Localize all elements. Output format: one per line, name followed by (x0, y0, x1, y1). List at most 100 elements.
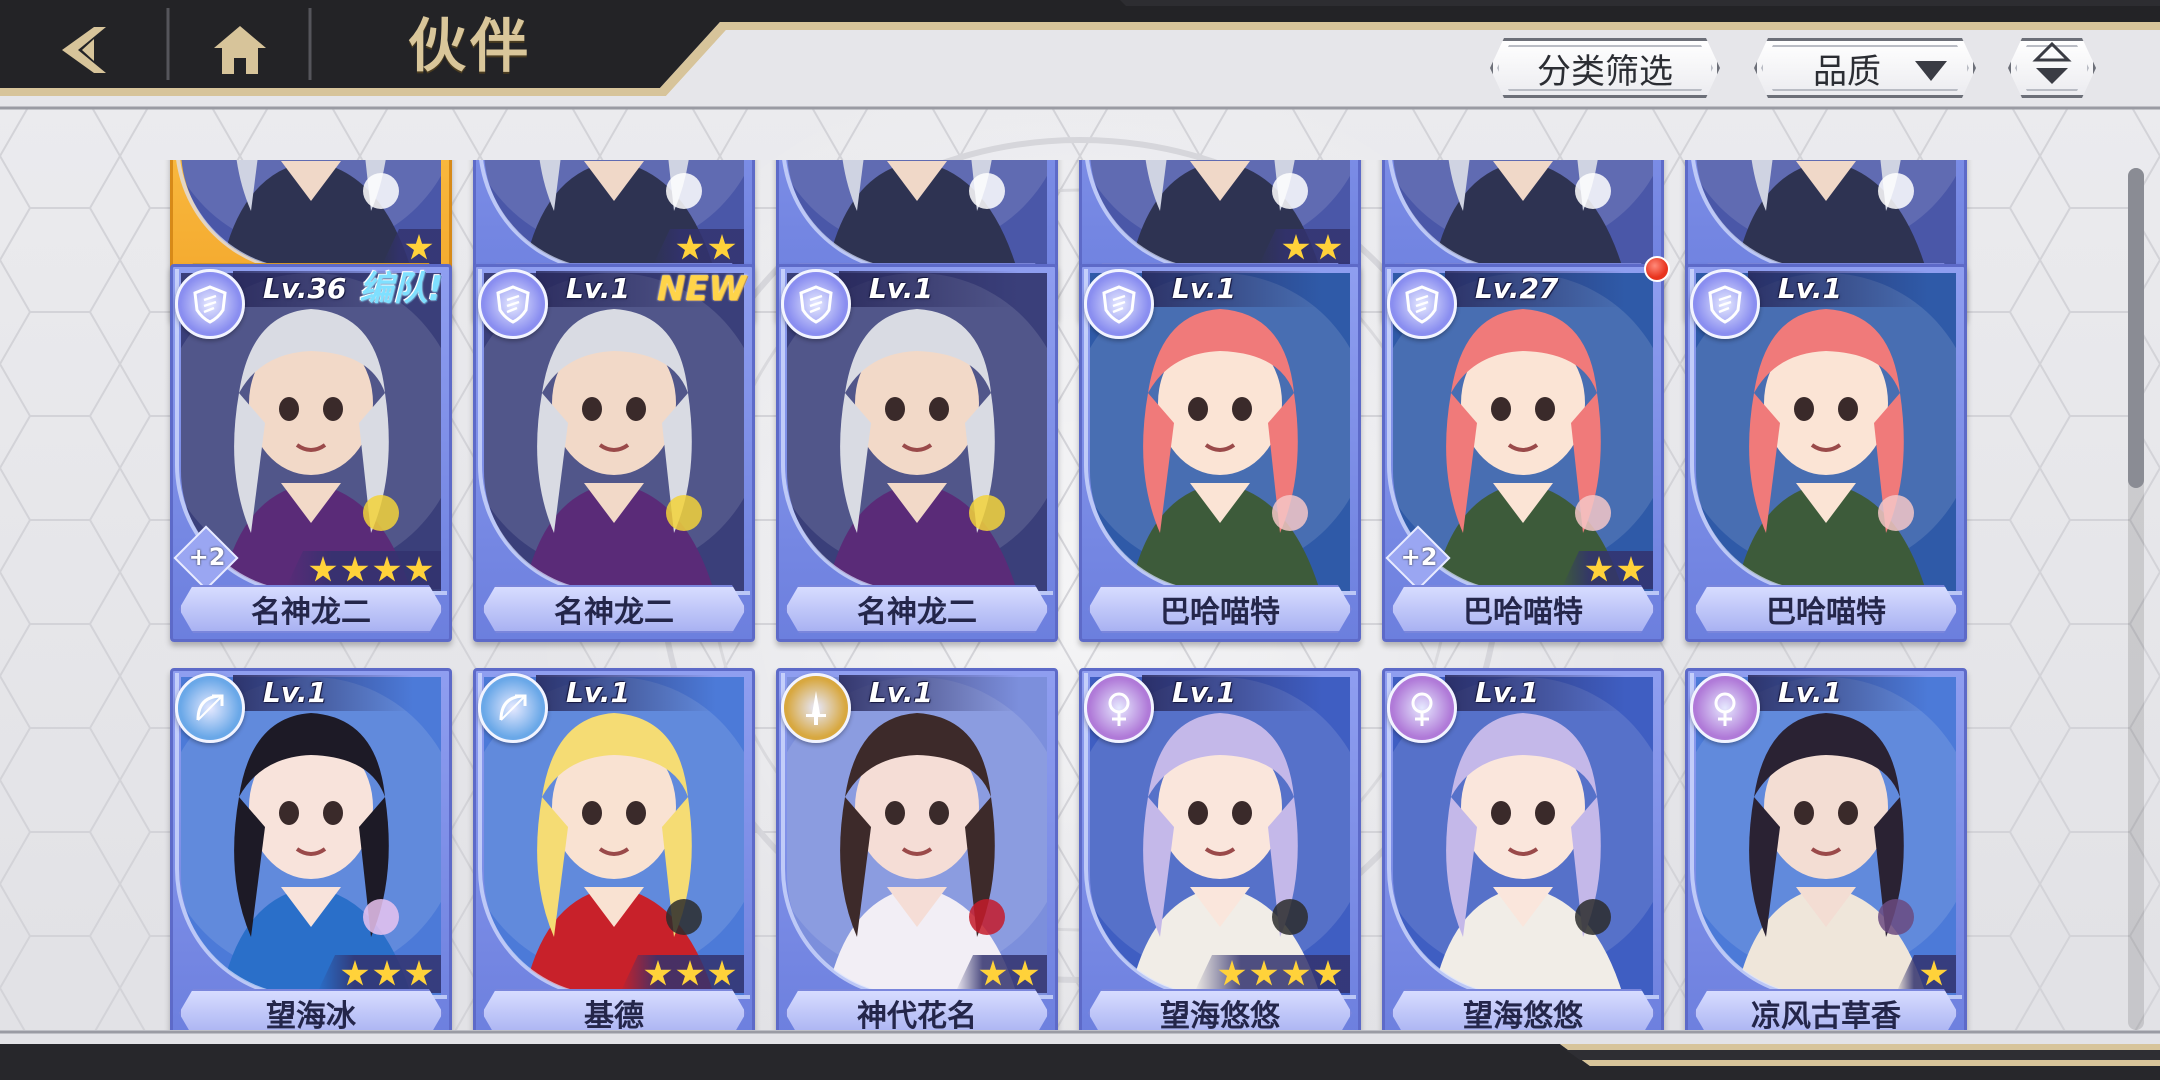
class-bow-icon (478, 673, 548, 743)
star-icon (676, 960, 704, 986)
class-shield-icon (1387, 269, 1457, 339)
star-icon (979, 960, 1007, 986)
partner-card[interactable]: Lv.1 基德 (473, 668, 755, 1030)
star-icon (1282, 234, 1310, 260)
quality-sort-dropdown[interactable]: 品质 (1754, 38, 1976, 98)
star-icon (405, 234, 433, 260)
top-bar: 伙伴 分类筛选 品质 (0, 0, 2160, 112)
notification-dot (1644, 256, 1670, 282)
partner-name: 名神龙二 (785, 585, 1049, 633)
scrollbar-thumb[interactable] (2128, 168, 2144, 488)
category-filter-label: 分类筛选 (1537, 51, 1673, 92)
category-filter-button[interactable]: 分类筛选 (1490, 38, 1720, 98)
partner-card[interactable]: Lv.1 NEW 名神龙二 (473, 264, 755, 642)
star-icon (405, 960, 433, 986)
card-frame (1690, 160, 1962, 273)
level-label: Lv.1 (1172, 676, 1236, 709)
star-icon (676, 234, 704, 260)
star-rating (317, 955, 441, 993)
star-icon (1920, 960, 1948, 986)
partner-name: 凉风古草香 (1694, 989, 1958, 1030)
partner-name: 巴哈喵特 (1391, 585, 1655, 633)
quality-sort-label: 品质 (1813, 51, 1881, 92)
level-label: Lv.1 (869, 272, 933, 305)
level-label: Lv.36 (263, 272, 347, 305)
partner-card[interactable]: Lv.1 望海冰 (170, 668, 452, 1030)
partner-card[interactable]: Lv.1 巴哈喵特 (1685, 264, 1967, 642)
partner-name: 望海冰 (179, 989, 443, 1030)
page-title: 伙伴 (408, 12, 533, 80)
partner-card[interactable]: Lv.1 巴哈喵特 (1079, 264, 1361, 642)
bottom-bar (0, 1030, 2160, 1080)
star-rating (1194, 955, 1350, 993)
partner-name: 巴哈喵特 (1694, 585, 1958, 633)
partner-card[interactable]: Lv.1 凉风古草香 (1685, 668, 1967, 1030)
class-shield-icon (1084, 269, 1154, 339)
partner-grid: 拉尔 白夜净士 (160, 160, 1980, 1030)
level-label: Lv.1 (1778, 676, 1842, 709)
partner-name: 神代花名 (785, 989, 1049, 1030)
partner-card[interactable]: Lv.36 编队! +2 名神龙二 (170, 264, 452, 642)
level-label: Lv.1 (263, 676, 327, 709)
back-button[interactable] (34, 10, 134, 94)
star-icon (373, 960, 401, 986)
card-frame (781, 160, 1053, 273)
level-label: Lv.1 (566, 272, 630, 305)
class-shield-icon (1690, 269, 1760, 339)
new-badge: NEW (656, 269, 746, 309)
partner-card[interactable]: Lv.1 望海悠悠 (1382, 668, 1664, 1030)
partner-card[interactable]: Lv.1 望海悠悠 (1079, 668, 1361, 1030)
card-frame (1387, 160, 1659, 273)
star-rating (285, 551, 441, 589)
star-icon (708, 234, 736, 260)
back-arrow-icon (54, 23, 114, 81)
home-button[interactable] (188, 10, 292, 94)
star-icon (708, 960, 736, 986)
class-mage-icon (1084, 673, 1154, 743)
star-icon (341, 960, 369, 986)
in-team-badge: 编队! (359, 269, 443, 309)
partner-card[interactable]: Lv.1 神代花名 (776, 668, 1058, 1030)
partner-name: 名神龙二 (482, 585, 746, 633)
triangle-down-icon (1915, 61, 1947, 81)
class-mage-icon (1387, 673, 1457, 743)
star-icon (341, 556, 369, 582)
partner-name: 望海悠悠 (1391, 989, 1655, 1030)
star-icon (1011, 960, 1039, 986)
level-label: Lv.1 (869, 676, 933, 709)
level-label: Lv.1 (1172, 272, 1236, 305)
level-label: Lv.27 (1475, 272, 1559, 305)
sort-order-toggle[interactable] (2008, 38, 2096, 98)
plus-level-label: +2 (1400, 543, 1438, 571)
star-icon (405, 556, 433, 582)
home-icon (212, 24, 268, 80)
star-icon (1585, 556, 1613, 582)
class-sword-icon (781, 673, 851, 743)
star-icon (1617, 556, 1645, 582)
partner-card[interactable]: Lv.27 +2 巴哈喵特 (1382, 264, 1664, 642)
star-icon (1218, 960, 1246, 986)
sort-toggle-icon (2032, 42, 2072, 95)
class-mage-icon (1690, 673, 1760, 743)
star-icon (373, 556, 401, 582)
class-shield-icon (478, 269, 548, 339)
star-icon (644, 960, 672, 986)
class-bow-icon (175, 673, 245, 743)
partner-name: 望海悠悠 (1088, 989, 1352, 1030)
star-icon (1314, 234, 1342, 260)
partner-name: 巴哈喵特 (1088, 585, 1352, 633)
star-icon (1282, 960, 1310, 986)
partner-card[interactable]: Lv.1 名神龙二 (776, 264, 1058, 642)
level-label: Lv.1 (1778, 272, 1842, 305)
level-label: Lv.1 (1475, 676, 1539, 709)
partner-name: 名神龙二 (179, 585, 443, 633)
star-icon (1250, 960, 1278, 986)
class-shield-icon (781, 269, 851, 339)
star-rating (620, 955, 744, 993)
star-icon (309, 556, 337, 582)
level-label: Lv.1 (566, 676, 630, 709)
star-icon (1314, 960, 1342, 986)
class-shield-icon (175, 269, 245, 339)
plus-level-label: +2 (188, 543, 226, 571)
partner-name: 基德 (482, 989, 746, 1030)
